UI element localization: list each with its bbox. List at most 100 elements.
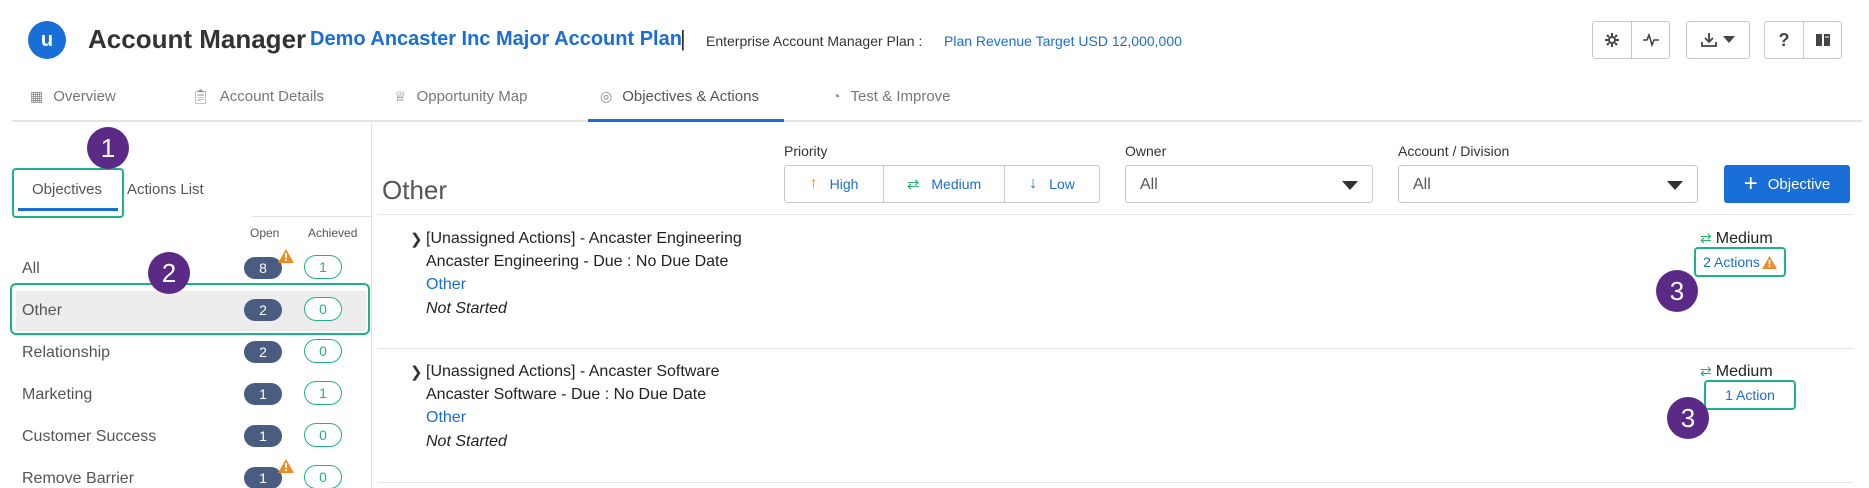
achieved-column-header: Achieved [308,226,358,240]
guide-button[interactable] [1803,22,1841,58]
activity-button[interactable] [1631,22,1669,58]
help-button-group: ? [1764,21,1842,59]
actions-count-text: 2 Actions [1703,254,1760,270]
objective-subtitle: Ancaster Engineering - Due : No Due Date [426,253,729,270]
objective-status: Not Started [426,300,507,317]
achieved-count-badge: 1 [304,255,342,279]
gauge-icon: ◔ [832,88,841,104]
objective-title[interactable]: [Unassigned Actions] - Ancaster Software [426,363,719,381]
tab-account-details[interactable]: 📋︎ Account Details [192,88,324,122]
objective-status: Not Started [426,433,507,450]
priority-filter-label: Priority [784,143,828,159]
objective-category[interactable]: Other [426,409,466,427]
subtab-objectives[interactable]: Objectives [32,181,102,198]
priority-text: Medium [1715,230,1773,247]
chevron-right-icon[interactable]: ❯ [410,363,423,381]
actions-count-link[interactable]: 2 Actions [1694,247,1786,277]
tab-test-improve[interactable]: ◔ Test & Improve [832,88,951,122]
owner-select-value: All [1140,176,1158,193]
actions-count-link[interactable]: 1 Action [1704,380,1796,410]
help-button[interactable]: ? [1765,22,1803,58]
actions-count-text: 1 Action [1725,387,1775,403]
category-label: Marketing [22,386,93,403]
priority-label: High [829,176,859,192]
priority-high-button[interactable]: ↑ High [785,166,883,202]
category-row-marketing[interactable]: Marketing 1 1 [12,375,372,415]
header-divider [252,216,372,217]
achieved-count-badge: 0 [304,465,342,488]
open-count-badge: 8 [244,257,282,279]
owner-select[interactable]: All [1125,165,1373,203]
question-icon: ? [1778,29,1790,50]
tab-objectives-actions[interactable]: ◎ Objectives & Actions [588,88,784,122]
plus-icon: + [1743,170,1758,197]
tools-button-group [1592,21,1670,59]
category-row-relationship[interactable]: Relationship 2 0 [12,333,372,373]
add-objective-label: Objective [1767,175,1831,193]
owner-filter-label: Owner [1125,143,1167,159]
caret-down-icon [1723,36,1735,43]
achieved-count-badge: 0 [304,339,342,363]
annotation-marker: 2 [148,252,190,294]
add-objective-button[interactable]: + Objective [1724,165,1850,203]
swap-icon: ⇄ [906,176,920,193]
main-tabs: ▦ Overview 📋︎ Account Details ♕ Opportunity… [12,80,1862,122]
app-title: Account Manager [88,24,307,54]
download-button-group [1686,21,1750,59]
objective-priority: ⇄ Medium [1700,363,1773,381]
priority-medium-button[interactable]: ⇄ Medium [883,166,1004,202]
crown-icon: ♕ [394,88,407,104]
open-count-badge: 1 [244,425,282,447]
open-column-header: Open [250,226,280,240]
achieved-count-badge: 0 [304,423,342,447]
priority-filter: ↑ High ⇄ Medium ↓ Low [784,165,1100,203]
settings-button[interactable] [1593,22,1631,58]
open-count-badge: 2 [244,341,282,363]
category-label: Relationship [22,344,111,361]
division-select[interactable]: All [1398,165,1698,203]
other-row-highlight [10,283,370,335]
chevron-down-icon [1667,181,1683,190]
open-count-badge: 1 [244,383,282,405]
download-button[interactable] [1687,22,1749,58]
warning-icon [278,249,294,263]
chevron-right-icon[interactable]: ❯ [410,230,423,248]
tab-label: Opportunity Map [416,88,528,105]
objective-category[interactable]: Other [426,276,466,294]
plan-type: Enterprise Account Manager Plan : [706,33,923,49]
page-title: Other [382,175,448,205]
priority-text: Medium [1715,363,1773,380]
category-row-remove-barrier[interactable]: Remove Barrier 1 0 [12,459,372,488]
annotation-marker: 1 [87,127,129,169]
category-label: All [22,260,40,277]
priority-label: Medium [931,176,982,192]
target-icon: ◎ [600,88,613,104]
tab-opportunity-map[interactable]: ♕ Opportunity Map [394,88,527,122]
grid-icon: ▦ [30,88,44,104]
plan-revenue-target[interactable]: Plan Revenue Target USD 12,000,000 [944,33,1182,49]
divider [378,482,1853,483]
title-separator: | [680,26,686,51]
open-count-badge: 1 [244,467,282,488]
swap-icon: ⇄ [1700,230,1712,246]
arrow-up-icon: ↑ [809,175,818,192]
subtab-active-indicator [18,208,118,211]
download-icon [1701,33,1717,47]
plan-title[interactable]: Demo Ancaster Inc Major Account Plan [310,28,682,51]
tab-label: Test & Improve [850,88,951,105]
tab-overview[interactable]: ▦ Overview [30,88,116,122]
clipboard-icon: 📋︎ [192,88,210,104]
priority-low-button[interactable]: ↓ Low [1004,166,1099,202]
warning-icon [278,459,294,473]
category-row-customer-success[interactable]: Customer Success 1 0 [12,417,372,457]
category-label: Customer Success [22,428,157,445]
objective-title[interactable]: [Unassigned Actions] - Ancaster Engineer… [426,230,742,248]
achieved-count-badge: 1 [304,381,342,405]
gear-icon [1605,33,1619,47]
app-logo: u [28,21,66,59]
division-select-value: All [1413,176,1431,193]
subtab-actions-list[interactable]: Actions List [127,181,204,198]
swap-icon: ⇄ [1700,363,1712,379]
pulse-icon [1642,33,1659,47]
division-filter-label: Account / Division [1398,143,1510,159]
